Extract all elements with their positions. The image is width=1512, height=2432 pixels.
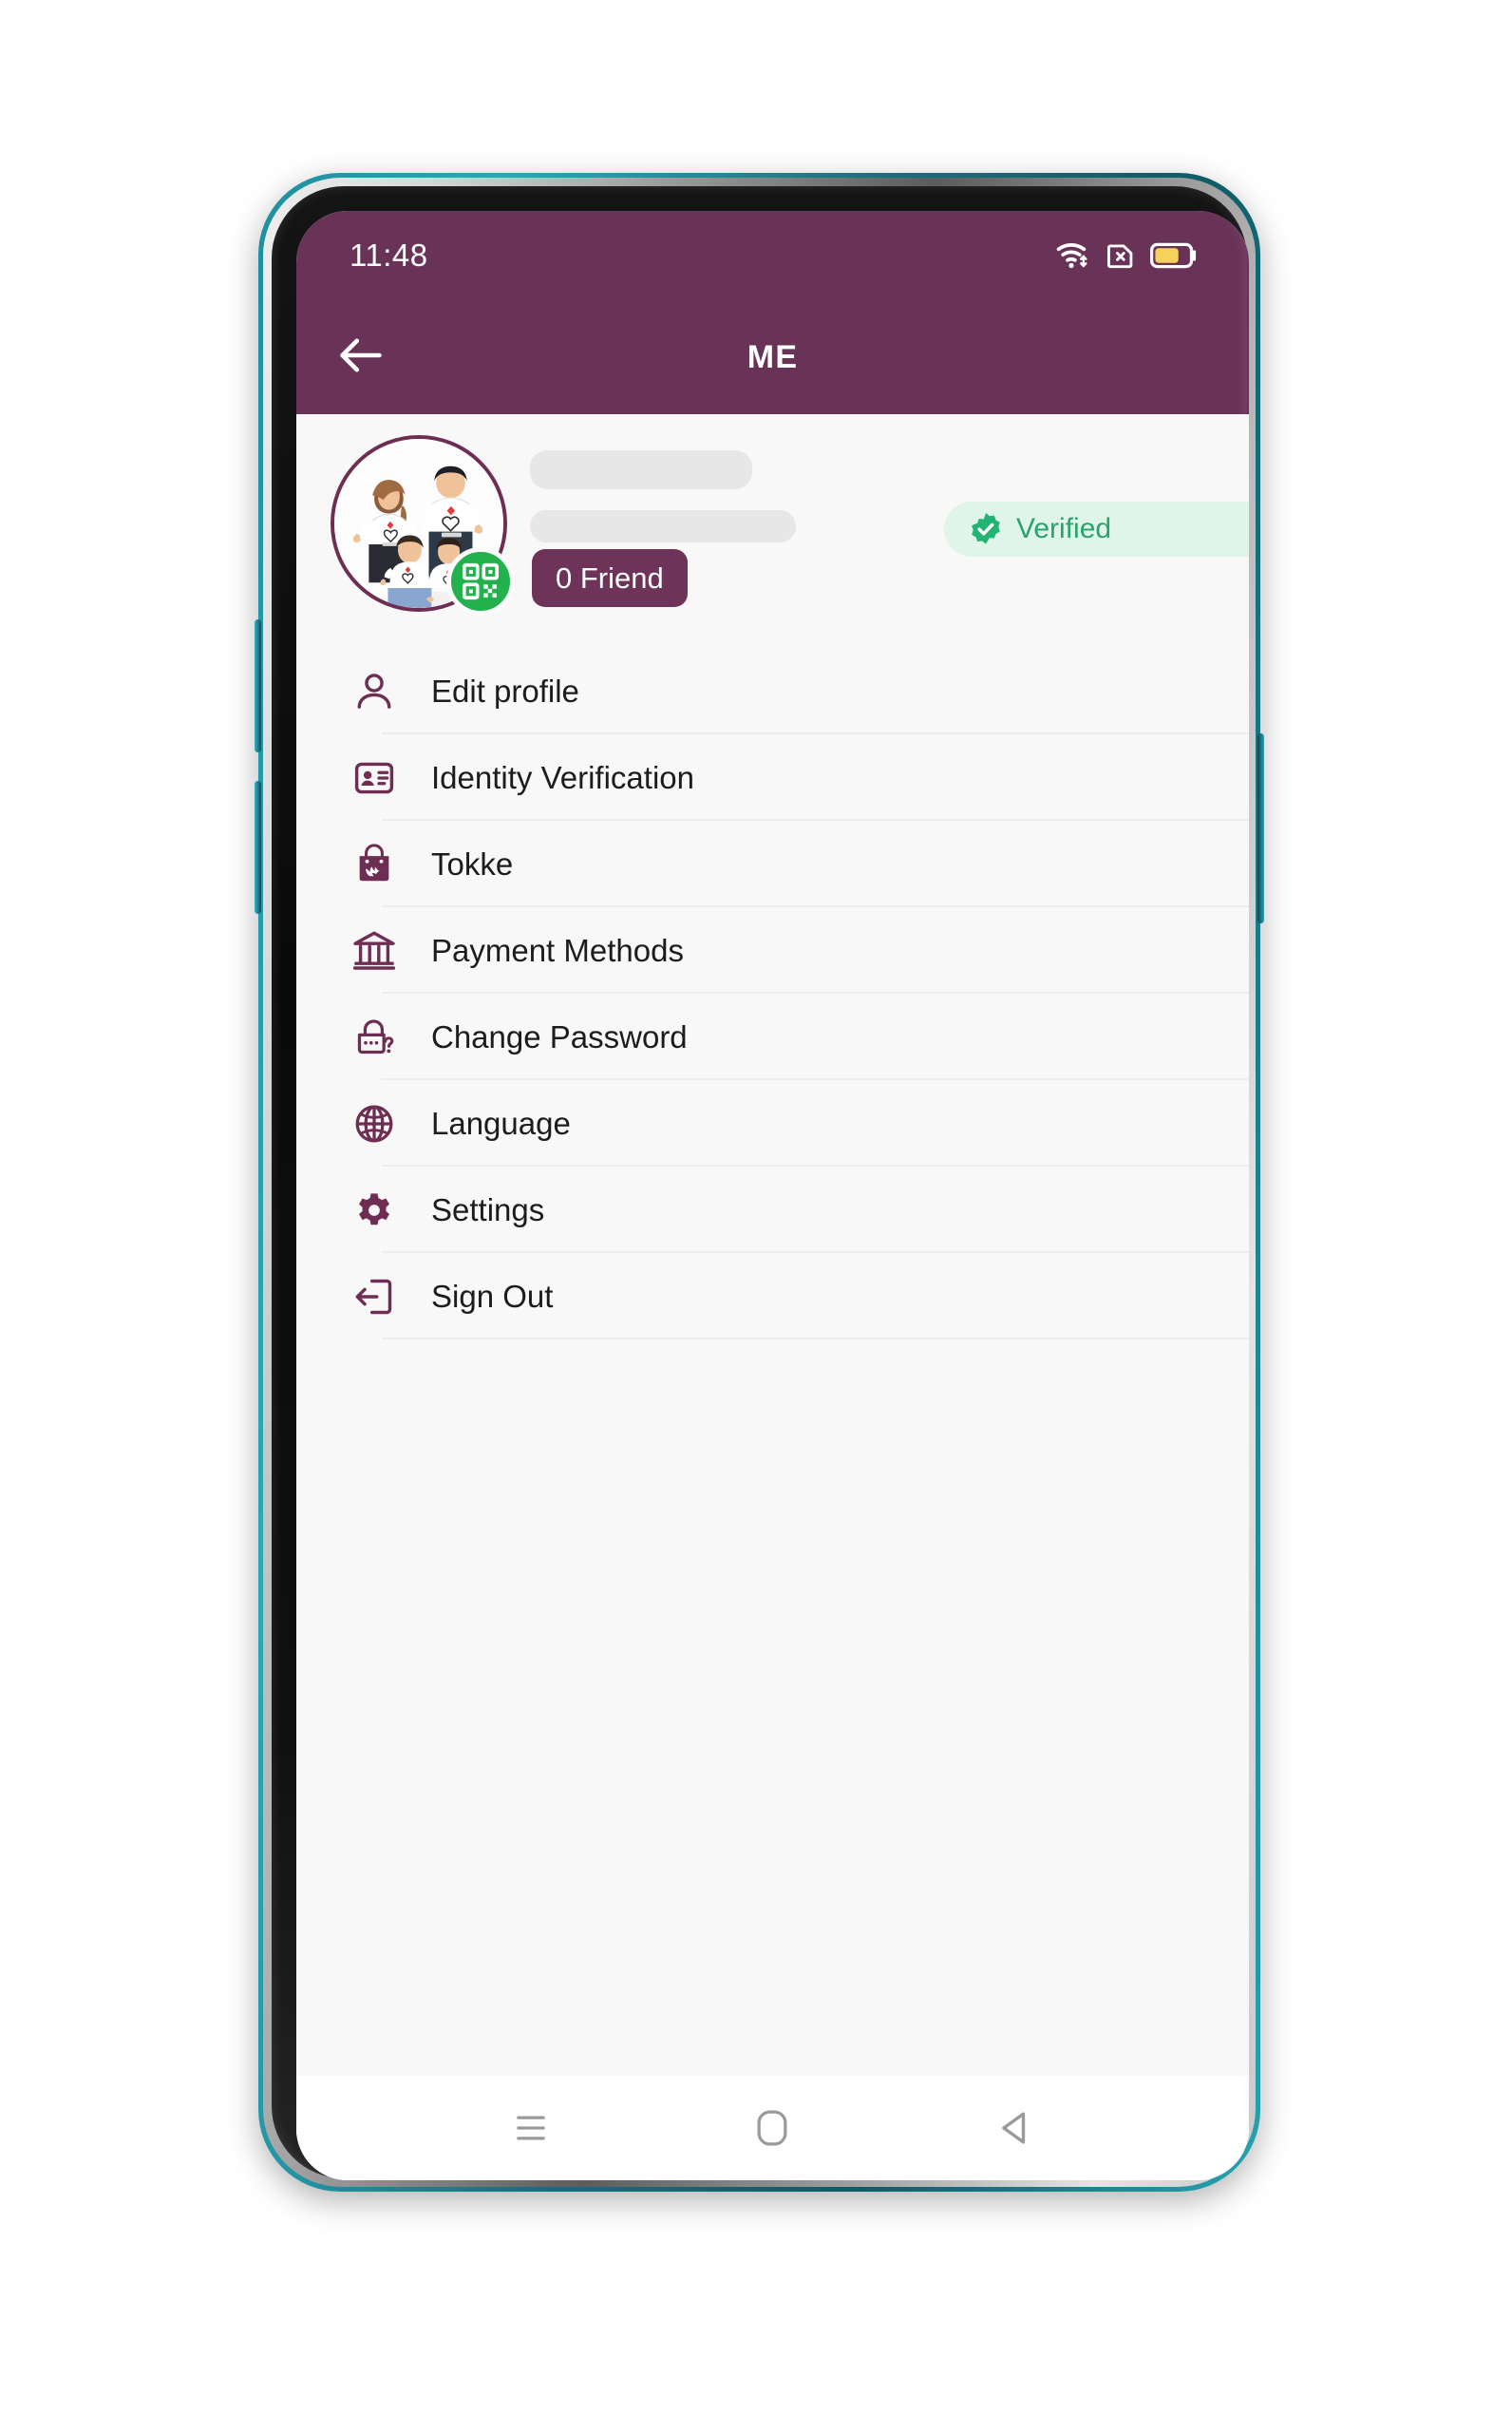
triangle-left-icon [997,2110,1031,2146]
volume-down-button[interactable] [255,781,261,914]
avatar-container [331,435,515,616]
user-icon [350,667,399,716]
menu-item-label: Payment Methods [431,932,684,968]
id-card-icon [350,753,399,803]
rounded-square-icon [756,2109,788,2147]
menu-item-settings[interactable]: Settings [296,1167,1249,1253]
power-button[interactable] [1257,733,1264,923]
back-button[interactable] [972,2095,1057,2161]
phone-bezel: 11:48 ME Verified 0 Friend Edit profile … [272,186,1249,2180]
back-navigation-button[interactable] [325,321,397,393]
settings-menu: Edit profile Identity Verification Tokke… [296,648,1249,1340]
profile-header: Verified 0 Friend [296,414,1249,633]
app-bar: ME [296,300,1249,414]
menu-item-label: Change Password [431,1018,688,1054]
menu-item-change-password[interactable]: Change Password [296,994,1249,1080]
phone-frame-midband: 11:48 ME Verified 0 Friend Edit profile … [263,178,1256,2187]
phone-device-frame: 11:48 ME Verified 0 Friend Edit profile … [255,173,1264,2192]
android-navigation-bar [296,2076,1249,2180]
gear-icon [350,1186,399,1235]
phone-screen: 11:48 ME Verified 0 Friend Edit profile … [296,211,1249,2180]
status-badge: Verified [944,502,1249,557]
screenshot-stage: 11:48 ME Verified 0 Friend Edit profile … [0,0,1512,2432]
recents-button[interactable] [488,2095,574,2161]
battery-icon [1150,242,1198,269]
qr-code-icon [460,560,501,602]
menu-item-sign-out[interactable]: Sign Out [296,1253,1249,1340]
home-button[interactable] [729,2095,815,2161]
qr-code-button[interactable] [446,547,515,616]
menu-item-identity-verification[interactable]: Identity Verification [296,734,1249,821]
menu-item-label: Language [431,1105,571,1141]
hamburger-icon [513,2112,549,2144]
shopping-bag-icon [350,840,399,889]
no-sim-icon [1106,241,1135,270]
status-bar-clock: 11:48 [350,238,428,273]
name-placeholder-skeleton [530,450,752,489]
menu-item-payment-methods[interactable]: Payment Methods [296,907,1249,994]
lock-question-icon [350,1013,399,1062]
menu-item-label: Tokke [431,846,514,882]
bank-icon [350,926,399,976]
status-bar: 11:48 [296,211,1249,300]
email-placeholder-skeleton [530,510,796,542]
verified-badge-icon [967,510,1005,548]
page-content: Verified 0 Friend Edit profile Identity … [296,414,1249,2180]
sign-out-icon [350,1272,399,1321]
page-title: ME [747,338,799,375]
menu-item-tokke[interactable]: Tokke [296,821,1249,907]
menu-item-label: Edit profile [431,673,579,709]
status-bar-icons [1055,240,1198,271]
arrow-left-icon [339,336,383,379]
menu-item-language[interactable]: Language [296,1080,1249,1167]
volume-up-button[interactable] [255,619,261,752]
menu-item-label: Settings [431,1191,545,1227]
menu-item-edit-profile[interactable]: Edit profile [296,648,1249,734]
menu-item-label: Identity Verification [431,759,694,795]
menu-item-label: Sign Out [431,1278,554,1314]
globe-icon [350,1099,399,1149]
wifi-icon [1055,240,1091,271]
friend-count-button[interactable]: 0 Friend [532,549,688,607]
verified-label: Verified [1016,513,1112,544]
